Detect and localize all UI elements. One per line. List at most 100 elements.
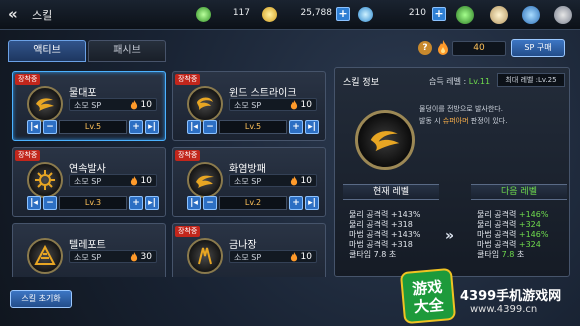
stat-value: +146% [518,230,549,239]
green-scroll-icon[interactable] [456,6,474,24]
stat-value: +324 [518,240,541,249]
desc-text: 발동 시 [419,117,443,125]
level-down-button[interactable]: − [203,196,217,210]
watermark-logo: 游戏 大全 [399,267,457,325]
skill-info-title: 스킬 정보 [343,78,379,88]
level-min-button[interactable]: |◂ [27,196,41,210]
equipped-badge: 장착중 [175,226,201,237]
golden-palm-icon [187,238,223,274]
level-down-button[interactable]: − [43,196,57,210]
flame-icon [130,100,138,110]
stat-line: 물리 공격력 +146% [477,210,548,220]
level-max-button[interactable]: ▸| [305,196,319,210]
double-arrow-icon: » [445,228,455,244]
crystal-value: 210 [408,8,426,18]
level-max-button[interactable]: ▸| [305,120,319,134]
level-up-button[interactable]: + [289,120,303,134]
sp-cost-value: 10 [140,100,152,110]
sp-display: ? 40 [418,40,506,58]
stat-line: 마법 공격력 +143% [349,230,421,239]
sp-cost-value: 10 [140,176,152,186]
sp-cost-value: 10 [300,176,312,186]
skill-card-teleport[interactable]: 텔레포트 소모 SP 30 [12,223,166,277]
stat-label: 물리 공격력 [477,210,519,219]
sp-cost-row: 소모 SP 10 [69,98,157,111]
sp-buy-button[interactable]: SP 구매 [511,39,565,57]
back-button[interactable]: « [8,5,30,23]
water-cannon-icon [27,86,63,122]
stat-line: 쿨타임 7.8 초 [477,250,548,260]
sp-cost-label: 소모 SP [234,253,262,262]
level-value: Lv.5 [219,120,287,134]
flame-icon [130,176,138,186]
chat-icon[interactable] [522,6,540,24]
level-down-button[interactable]: − [203,120,217,134]
stat-value: +324 [518,220,541,229]
gold-value: 25,788 [300,8,333,18]
skill-name: 연속발사 [69,164,106,175]
stat-value: +146% [518,210,549,219]
stat-label: 마법 공격력 [477,240,519,249]
quill-icon[interactable] [490,6,508,24]
tab-passive-skills[interactable]: 패시브 [88,40,166,62]
skill-name: 물대포 [69,88,97,99]
level-up-button[interactable]: + [289,196,303,210]
stat-label: 쿨타임 [477,250,502,259]
skill-card-fire-shield[interactable]: 장착중 화염방패 소모 SP 10 |◂ − Lv.2 + ▸| [172,147,326,217]
skill-card-golden-palm[interactable]: 장착중 금나장 소모 SP 10 [172,223,326,277]
level-min-button[interactable]: |◂ [187,120,201,134]
stat-line: 쿨타임 7.8 초 [349,250,397,259]
skill-card-wind-strike[interactable]: 장착중 윈드 스트라이크 소모 SP 10 |◂ − Lv.5 + ▸| [172,71,326,141]
skill-name: 윈드 스트라이크 [229,88,297,99]
watermark-logo-line-2: 大全 [413,295,445,317]
level-max-button[interactable]: ▸| [145,196,159,210]
equipped-badge: 장착중 [15,150,41,161]
sp-cost-label: 소모 SP [234,101,262,110]
selected-skill-icon [355,110,415,170]
green-gem-icon [196,7,211,22]
level-down-button[interactable]: − [43,120,57,134]
level-up-button[interactable]: + [129,196,143,210]
stat-label: 마법 공격력 [477,230,519,239]
teleport-icon [27,238,63,274]
add-gold-button[interactable]: + [336,7,350,21]
add-crystal-button[interactable]: + [432,7,446,21]
current-stats: 물리 공격력 +143% 물리 공격력 +318 마법 공격력 +143% 마법… [349,210,420,260]
skill-card-water-cannon[interactable]: 장착중 물대포 소모 SP 10 |◂ − Lv.5 + ▸| [12,71,166,141]
next-level-header: 다음 레벨 [471,184,567,200]
level-controls: |◂ − Lv.5 + ▸| [187,120,321,134]
stat-line: 물리 공격력 +324 [477,220,548,230]
sp-cost-value: 10 [300,100,312,110]
sp-cost-row: 소모 SP 10 [229,174,317,187]
gold-resource: 25,788 + [262,7,352,22]
skill-list[interactable]: 장착중 물대포 소모 SP 10 |◂ − Lv.5 + ▸| 장착중 윈드 스… [10,67,328,277]
level-max-button[interactable]: ▸| [145,120,159,134]
desc-line-2: 발동 시 슈퍼아머 판정이 있다. [419,115,569,127]
fire-shield-icon [187,162,223,198]
watermark-brand: 4399手机游戏网 [460,289,562,304]
gold-coin-icon [262,7,277,22]
sp-cost-row: 소모 SP 30 [69,250,157,263]
desc-highlight: 슈퍼아머 [442,117,469,125]
sp-cost-label: 소모 SP [234,177,262,186]
skill-reset-button[interactable]: 스킬 초기화 [10,290,72,308]
stat-line: 물리 공격력 +318 [349,220,413,229]
skill-name: 텔레포트 [69,240,106,251]
rapid-fire-icon [27,162,63,198]
settings-icon[interactable] [554,6,572,24]
stat-value: 7.8 [501,250,515,259]
sp-cost-row: 소모 SP 10 [229,250,317,263]
flame-icon [290,100,298,110]
level-up-button[interactable]: + [129,120,143,134]
current-level-header: 현재 레벨 [343,184,439,200]
tab-active-skills[interactable]: 액티브 [8,40,86,62]
flame-icon [290,252,298,262]
level-value: Lv.2 [219,196,287,210]
level-min-button[interactable]: |◂ [187,196,201,210]
level-min-button[interactable]: |◂ [27,120,41,134]
sp-cost-row: 소모 SP 10 [69,174,157,187]
help-icon[interactable]: ? [418,41,432,55]
level-controls: |◂ − Lv.5 + ▸| [27,120,161,134]
skill-card-rapid-fire[interactable]: 장착중 연속발사 소모 SP 10 |◂ − Lv.3 + ▸| [12,147,166,217]
level-controls: |◂ − Lv.3 + ▸| [27,196,161,210]
